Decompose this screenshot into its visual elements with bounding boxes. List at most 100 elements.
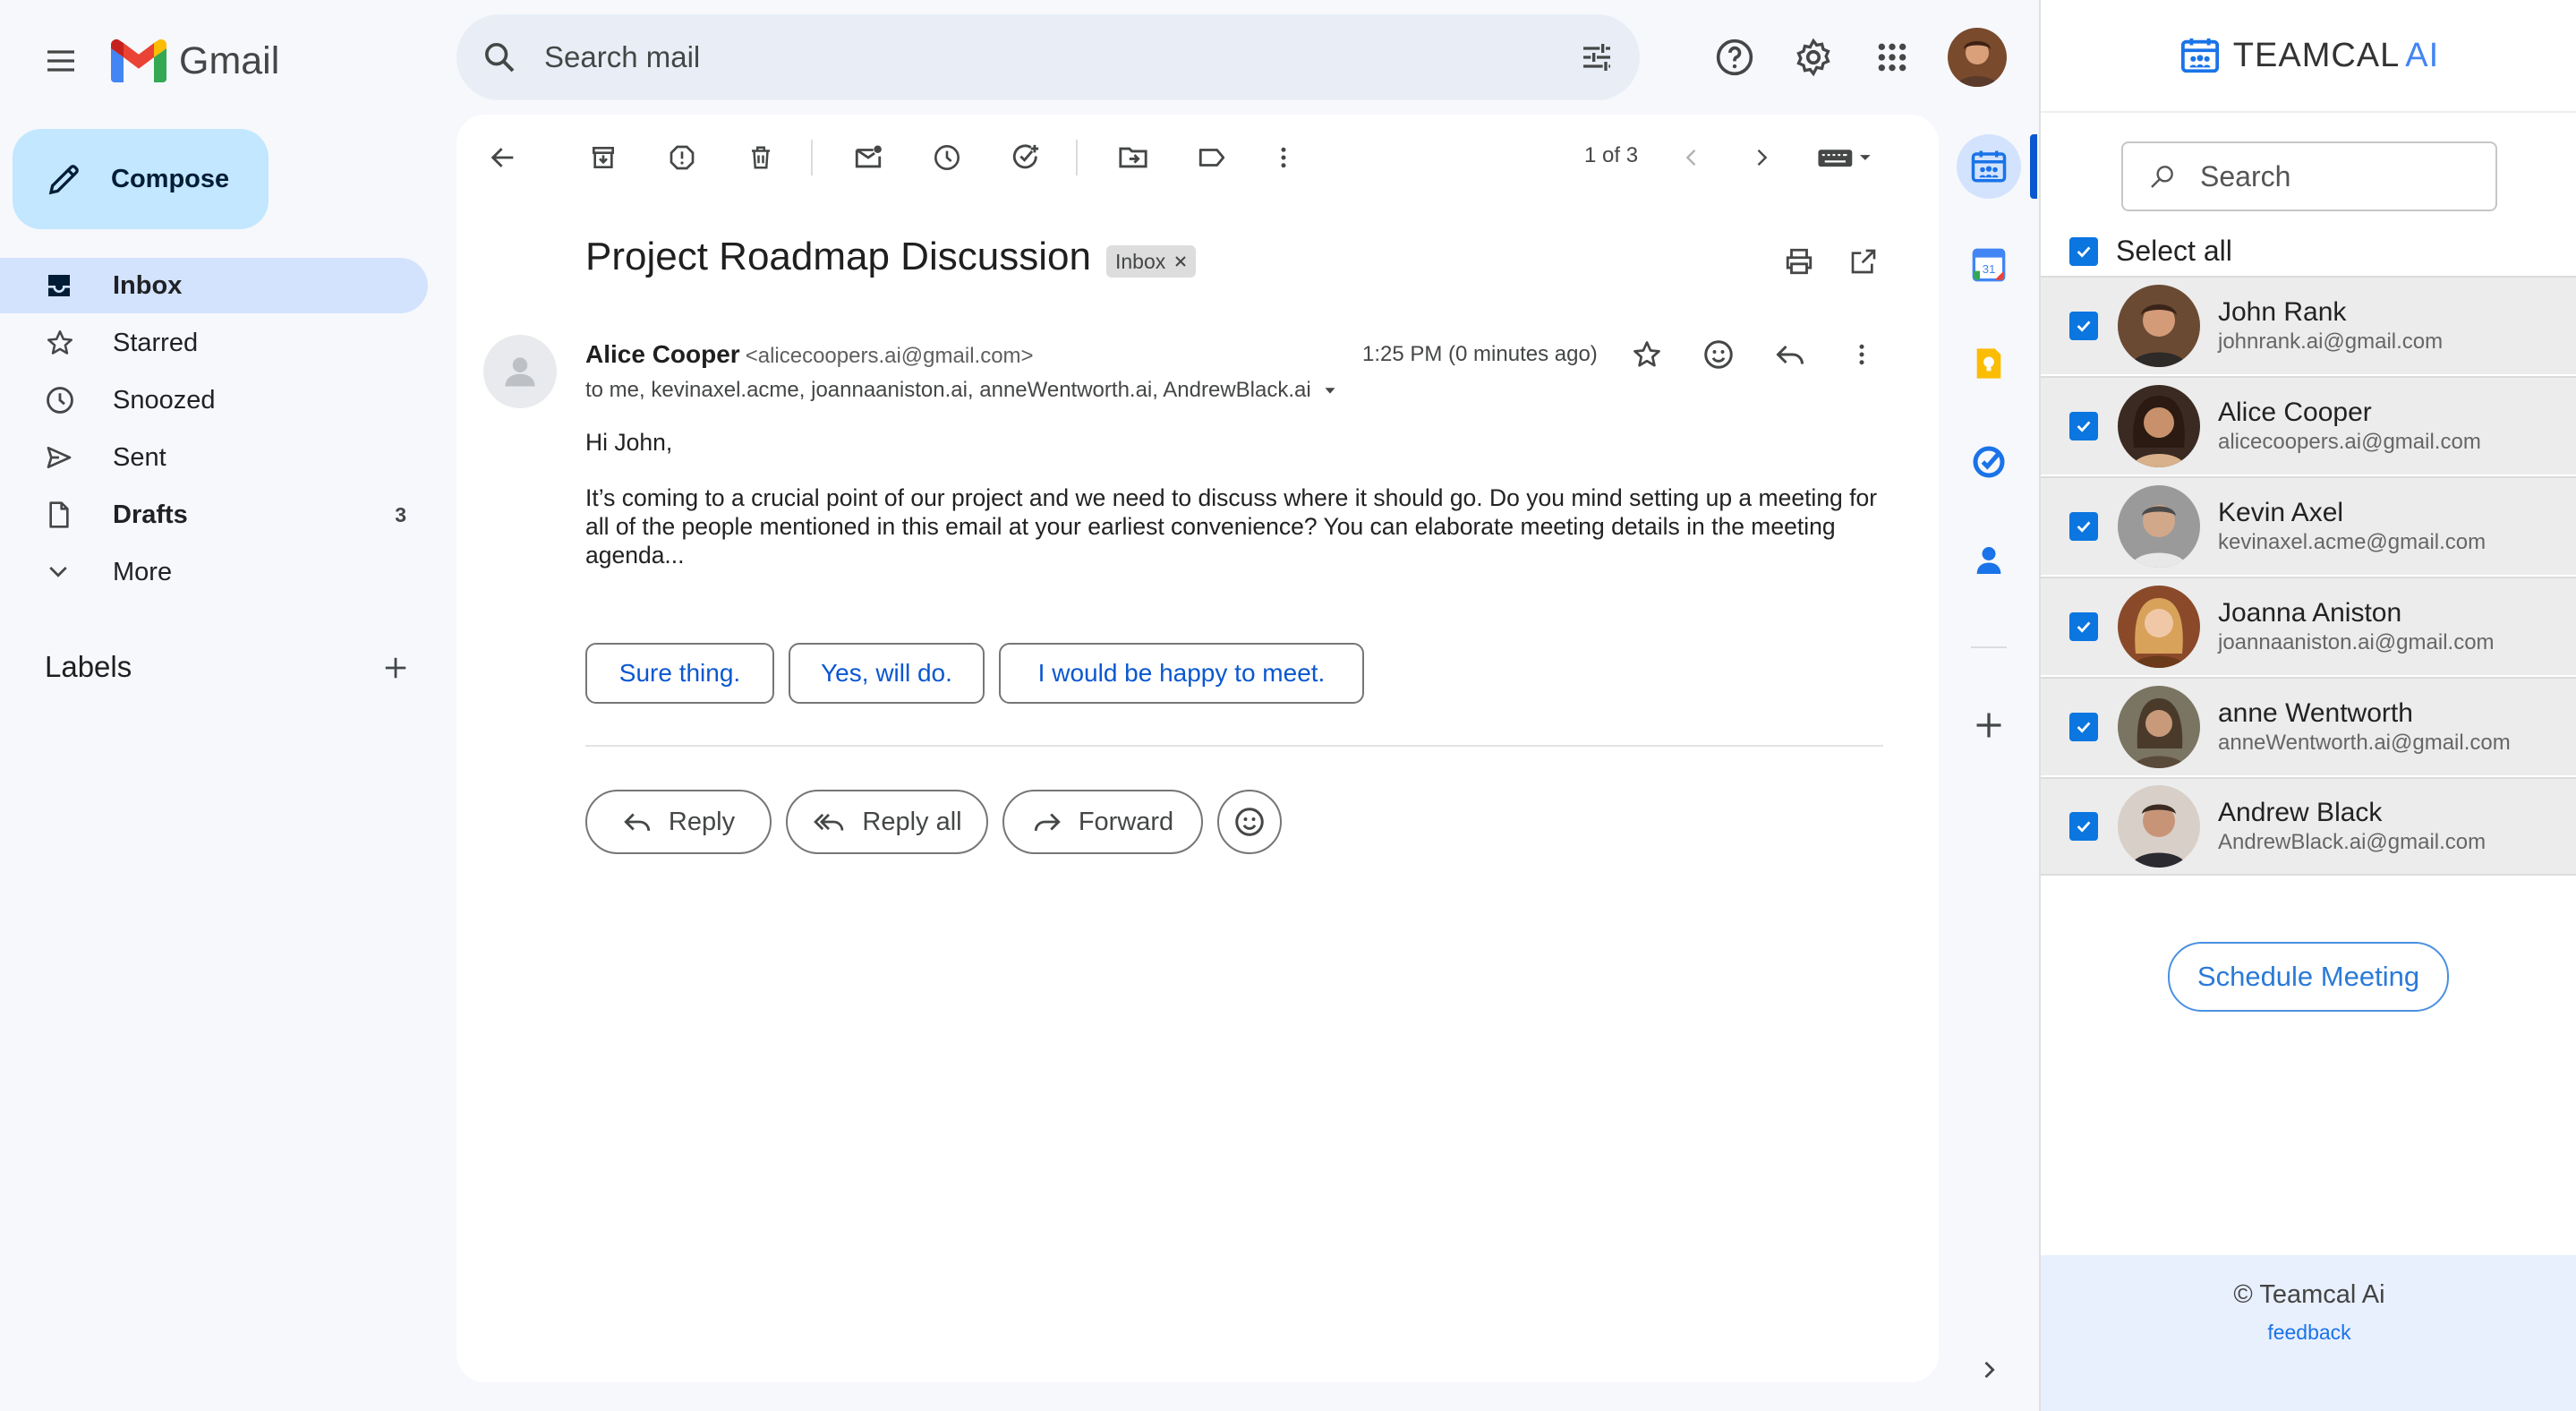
nav-label: Sent bbox=[113, 442, 166, 472]
message-more-button[interactable] bbox=[1837, 329, 1887, 380]
contact-avatar bbox=[2118, 686, 2200, 768]
smart-reply-button[interactable]: Yes, will do. bbox=[789, 643, 985, 704]
nav-item-sent[interactable]: Sent bbox=[0, 430, 428, 485]
rail-active-marker bbox=[2030, 134, 2037, 199]
reply-label: Reply bbox=[668, 807, 736, 836]
help-button[interactable] bbox=[1706, 29, 1763, 86]
contact-search-box[interactable] bbox=[2121, 141, 2497, 211]
show-side-panel-button[interactable] bbox=[1962, 1343, 2016, 1397]
contact-row[interactable]: Alice Cooper alicecoopers.ai@gmail.com bbox=[2041, 376, 2576, 475]
add-task-button[interactable] bbox=[1001, 133, 1051, 183]
archive-icon bbox=[593, 147, 614, 168]
contact-row[interactable]: Andrew Black AndrewBlack.ai@gmail.com bbox=[2041, 777, 2576, 876]
contact-email: joannaaniston.ai@gmail.com bbox=[2218, 630, 2495, 654]
main-menu-button[interactable] bbox=[32, 32, 90, 90]
nav-item-more[interactable]: More bbox=[0, 544, 428, 600]
contact-checkbox[interactable] bbox=[2069, 512, 2098, 541]
delete-button[interactable] bbox=[736, 133, 786, 183]
contact-checkbox[interactable] bbox=[2069, 412, 2098, 440]
apps-button[interactable] bbox=[1864, 29, 1921, 86]
contact-row[interactable]: Kevin Axel kevinaxel.acme@gmail.com bbox=[2041, 476, 2576, 575]
settings-button[interactable] bbox=[1785, 29, 1842, 86]
select-all-row[interactable]: Select all bbox=[2069, 235, 2232, 268]
feedback-link[interactable]: feedback bbox=[2267, 1321, 2350, 1345]
search-icon[interactable] bbox=[482, 39, 528, 75]
print-button[interactable] bbox=[1774, 236, 1824, 286]
apps-icon bbox=[1878, 43, 1906, 72]
schedule-meeting-button[interactable]: Schedule Meeting bbox=[2168, 942, 2449, 1012]
add-reaction-button[interactable] bbox=[1693, 329, 1744, 380]
contact-name: Joanna Aniston bbox=[2218, 598, 2402, 628]
labels-button[interactable] bbox=[1187, 133, 1237, 183]
smart-reply-button[interactable]: I would be happy to meet. bbox=[999, 643, 1364, 704]
emoji-reaction-button[interactable] bbox=[1217, 790, 1282, 854]
more-options-button[interactable] bbox=[1258, 133, 1309, 183]
reply-button-top[interactable] bbox=[1765, 329, 1815, 380]
contact-checkbox[interactable] bbox=[2069, 812, 2098, 841]
contact-info: Joanna Aniston joannaaniston.ai@gmail.co… bbox=[2218, 597, 2495, 656]
contact-checkbox[interactable] bbox=[2069, 713, 2098, 741]
archive-button[interactable] bbox=[578, 133, 628, 183]
contact-name: Kevin Axel bbox=[2218, 498, 2344, 527]
draft-icon bbox=[45, 500, 81, 529]
rail-contacts-button[interactable] bbox=[1957, 528, 2021, 593]
nav-item-snoozed[interactable]: Snoozed bbox=[0, 372, 428, 428]
nav-item-drafts[interactable]: Drafts 3 bbox=[0, 487, 428, 543]
email-greeting: Hi John, bbox=[585, 429, 673, 456]
account-avatar[interactable] bbox=[1948, 28, 2007, 87]
compose-button[interactable]: Compose bbox=[13, 129, 269, 229]
star-button[interactable] bbox=[1622, 329, 1672, 380]
contact-info: Alice Cooper alicecoopers.ai@gmail.com bbox=[2218, 397, 2481, 456]
search-bar[interactable] bbox=[456, 14, 1640, 100]
rail-keep-button[interactable] bbox=[1957, 331, 2021, 396]
contact-search-input[interactable] bbox=[2200, 159, 2469, 193]
contact-row[interactable]: Joanna Aniston joannaaniston.ai@gmail.co… bbox=[2041, 577, 2576, 675]
input-tools-button[interactable] bbox=[1810, 133, 1881, 183]
gmail-logo[interactable]: Gmail bbox=[111, 32, 279, 90]
select-all-label: Select all bbox=[2116, 235, 2232, 267]
contact-checkbox[interactable] bbox=[2069, 312, 2098, 340]
newer-button[interactable] bbox=[1667, 133, 1717, 183]
rail-tasks-button[interactable] bbox=[1957, 430, 2021, 494]
back-button[interactable] bbox=[478, 133, 528, 183]
smart-reply-button[interactable]: Sure thing. bbox=[585, 643, 774, 704]
tasks-icon bbox=[1973, 446, 2005, 478]
contact-checkbox[interactable] bbox=[2069, 612, 2098, 641]
contact-name: John Rank bbox=[2218, 297, 2347, 327]
report-spam-button[interactable] bbox=[657, 133, 707, 183]
contact-avatar bbox=[2118, 285, 2200, 367]
sender-name[interactable]: Alice Cooper bbox=[585, 340, 740, 368]
reply-button[interactable]: Reply bbox=[585, 790, 772, 854]
tune-icon[interactable] bbox=[1579, 39, 1615, 75]
mark-unread-button[interactable] bbox=[843, 133, 893, 183]
rail-add-button[interactable] bbox=[1957, 693, 2021, 757]
rail-teamcal-button[interactable] bbox=[1957, 134, 2021, 199]
email-subject: Project Roadmap Discussion bbox=[585, 235, 1091, 278]
inbox-icon bbox=[45, 271, 81, 300]
show-details-icon[interactable] bbox=[1320, 381, 1340, 400]
contact-row[interactable]: John Rank johnrank.ai@gmail.com bbox=[2041, 276, 2576, 374]
trash-icon bbox=[752, 146, 770, 169]
older-button[interactable] bbox=[1736, 133, 1787, 183]
rail-calendar-button[interactable]: 31 bbox=[1957, 233, 2021, 297]
select-all-checkbox[interactable] bbox=[2069, 236, 2098, 266]
reply-all-button[interactable]: Reply all bbox=[786, 790, 988, 854]
contact-row[interactable]: anne Wentworth anneWentworth.ai@gmail.co… bbox=[2041, 677, 2576, 775]
add-label-button[interactable] bbox=[376, 648, 415, 688]
forward-button[interactable]: Forward bbox=[1002, 790, 1203, 854]
move-to-button[interactable] bbox=[1108, 133, 1158, 183]
contact-email: alicecoopers.ai@gmail.com bbox=[2218, 430, 2481, 454]
sender-line: Alice Cooper <alicecoopers.ai@gmail.com> bbox=[585, 340, 1034, 369]
snooze-button[interactable] bbox=[922, 133, 972, 183]
chip-label: Inbox bbox=[1115, 249, 1166, 273]
remove-label-icon[interactable] bbox=[1174, 255, 1187, 268]
contact-info: Andrew Black AndrewBlack.ai@gmail.com bbox=[2218, 797, 2486, 856]
sender-avatar[interactable] bbox=[483, 335, 557, 408]
reply-all-icon bbox=[814, 813, 844, 831]
keep-icon bbox=[1976, 348, 2001, 379]
nav-item-starred[interactable]: Starred bbox=[0, 315, 428, 371]
search-input[interactable] bbox=[544, 40, 1579, 74]
send-icon bbox=[45, 443, 81, 472]
nav-item-inbox[interactable]: Inbox bbox=[0, 258, 428, 313]
open-new-window-button[interactable] bbox=[1838, 236, 1889, 286]
